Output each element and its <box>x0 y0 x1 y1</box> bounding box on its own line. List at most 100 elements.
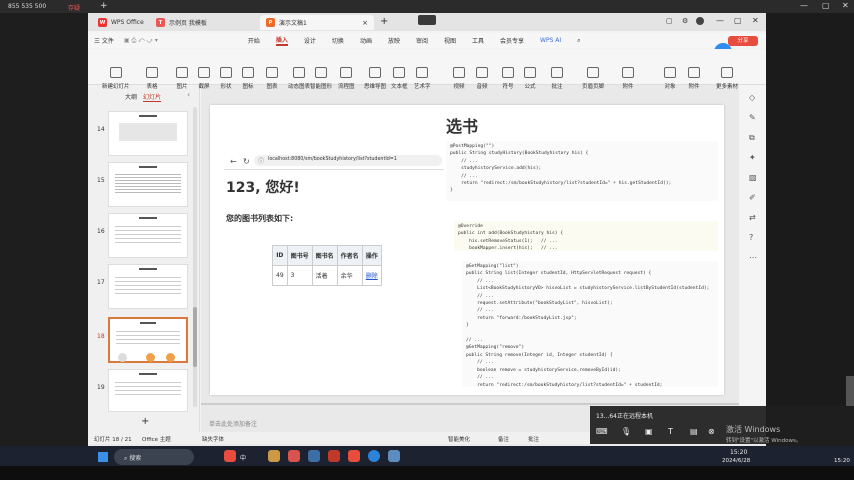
ribbon-tool-16[interactable]: 公式 <box>524 67 536 90</box>
copy-icon[interactable]: ⧉ <box>749 133 755 143</box>
restore-icon[interactable]: ▢ <box>822 1 830 10</box>
ribbon-tool-21[interactable]: 附件 <box>688 67 700 90</box>
slide-thumbnail[interactable] <box>108 213 188 258</box>
ribbon-tool-14[interactable]: 音频 <box>476 67 488 90</box>
tab-presentation[interactable]: P 演示文稿1 × <box>260 15 374 30</box>
app-icon[interactable] <box>288 450 300 462</box>
animation-icon[interactable]: ✦ <box>749 153 756 162</box>
wps-ai-button[interactable]: WPS AI <box>540 37 561 44</box>
expand-handle[interactable] <box>846 376 854 406</box>
wps-taskbar-icon[interactable] <box>328 450 340 462</box>
menu-review[interactable]: 审阅 <box>416 36 428 45</box>
ribbon-tool-9[interactable]: 流程图 <box>338 67 355 90</box>
maximize-icon[interactable]: ▢ <box>734 16 742 25</box>
close-remote-icon[interactable]: ⊗ <box>708 427 715 436</box>
plus-icon[interactable] <box>166 353 175 362</box>
minimize-icon[interactable]: — <box>716 16 724 25</box>
clock-date[interactable]: 2024/6/28 <box>722 458 750 464</box>
menu-home[interactable]: 开始 <box>248 36 260 45</box>
file-menu[interactable]: 三 文件 <box>94 36 114 45</box>
ribbon-tool-5[interactable]: 图标 <box>242 67 254 90</box>
menu-slideshow[interactable]: 放映 <box>388 36 400 45</box>
ribbon-tool-15[interactable]: 符号 <box>502 67 514 90</box>
share-button[interactable]: 分享 <box>728 36 758 46</box>
slide-thumbnail[interactable] <box>108 111 188 156</box>
close-icon[interactable]: ✕ <box>752 16 759 25</box>
close-icon[interactable]: ✕ <box>842 1 849 10</box>
ribbon-tool-18[interactable]: 页眉页脚 <box>582 67 604 90</box>
start-icon[interactable] <box>98 452 108 462</box>
translate-icon[interactable]: ⇄ <box>749 213 756 222</box>
menu-view[interactable]: 视图 <box>444 36 456 45</box>
ribbon-tool-22[interactable]: 更多素材 <box>716 67 738 90</box>
delete-link[interactable]: 删除 <box>361 265 382 286</box>
collapse-panel-icon[interactable]: ‹ <box>187 90 190 99</box>
help-icon[interactable]: ? <box>749 233 753 242</box>
notes-toggle[interactable]: 备注 <box>498 435 509 443</box>
app-icon[interactable] <box>308 450 320 462</box>
window-icon[interactable]: ▢ <box>666 17 673 25</box>
ribbon-tool-7[interactable]: 动态图表 <box>288 67 310 90</box>
comment-toggle[interactable]: 批注 <box>528 435 539 443</box>
text-icon[interactable]: T <box>668 427 673 436</box>
missing-font[interactable]: 缺失字体 <box>202 435 224 443</box>
tab-template[interactable]: T 示例页 我模板 <box>150 15 260 30</box>
slide-thumbnail[interactable] <box>108 162 188 207</box>
new-tab-button[interactable]: + <box>380 16 388 27</box>
keyboard-icon[interactable]: ⌨ <box>596 427 608 436</box>
app-icon[interactable] <box>268 450 280 462</box>
clock-time[interactable]: 15:20 <box>730 449 747 456</box>
pen-icon[interactable]: ✐ <box>749 193 756 202</box>
play-icon[interactable] <box>118 353 127 362</box>
close-tab-icon[interactable]: × <box>362 19 368 27</box>
avatar[interactable] <box>696 17 704 25</box>
slide-thumbnail[interactable] <box>108 264 188 309</box>
more-icon[interactable]: ⋯ <box>749 253 757 262</box>
add-slide-button[interactable]: + <box>141 416 149 427</box>
slide-thumbnail-selected[interactable] <box>108 317 188 363</box>
ribbon-tool-1[interactable]: 表格 <box>146 67 158 90</box>
ime-indicator[interactable]: 中 <box>240 453 246 462</box>
ribbon-tool-0[interactable]: 新建幻灯片 <box>102 67 130 90</box>
ribbon-tool-4[interactable]: 形状 <box>220 67 232 90</box>
ribbon-tool-3[interactable]: 截屏 <box>198 67 210 90</box>
chat-icon[interactable]: ▣ <box>645 427 653 436</box>
slide-canvas[interactable]: 选书 ← ↻ ⓘ localhost:8080/sm/bookStudyhist… <box>210 105 724 395</box>
search-box[interactable]: ⌕ 搜索 <box>114 449 194 465</box>
smart-beautify[interactable]: 智能美化 <box>448 435 470 443</box>
ribbon-tool-10[interactable]: 思维导图 <box>364 67 386 90</box>
minimize-icon[interactable]: — <box>800 1 808 10</box>
menu-tools[interactable]: 工具 <box>472 36 484 45</box>
theme-name[interactable]: Office 主题 <box>142 435 171 443</box>
dropdown-icon[interactable] <box>418 15 436 25</box>
app-icon[interactable] <box>388 450 400 462</box>
app-icon[interactable] <box>224 450 236 462</box>
slides-tab[interactable]: 幻灯片 <box>143 92 162 102</box>
ribbon-tool-19[interactable]: 附件 <box>622 67 634 90</box>
ribbon-tool-20[interactable]: 对象 <box>664 67 676 90</box>
menu-design[interactable]: 设计 <box>304 36 316 45</box>
settings-icon[interactable]: ⚙ <box>682 17 688 25</box>
outline-tab[interactable]: 大纲 <box>125 92 137 101</box>
menu-transition[interactable]: 切换 <box>332 36 344 45</box>
select-icon[interactable]: ◇ <box>749 93 755 102</box>
slide-thumbnail[interactable] <box>108 369 188 412</box>
minus-icon[interactable] <box>146 353 155 362</box>
ribbon-tool-2[interactable]: 图片 <box>176 67 188 90</box>
menu-member[interactable]: 会员专享 <box>500 36 524 45</box>
mic-icon[interactable]: 🎙 <box>621 427 631 436</box>
folder-icon[interactable]: ▤ <box>690 427 698 436</box>
menu-insert[interactable]: 插入 <box>275 35 288 46</box>
ribbon-tool-8[interactable]: 智能图形 <box>310 67 332 90</box>
add-icon[interactable]: + <box>100 1 108 11</box>
search-icon[interactable]: ⌕ <box>577 37 580 45</box>
ribbon-tool-11[interactable]: 文本框 <box>391 67 408 90</box>
browser-icon[interactable] <box>368 450 380 462</box>
ribbon-tool-13[interactable]: 视频 <box>453 67 465 90</box>
notes-placeholder[interactable]: 单击此处添加备注 <box>209 419 257 428</box>
style-icon[interactable]: ✎ <box>749 113 756 122</box>
menu-animation[interactable]: 动画 <box>360 36 372 45</box>
ribbon-tool-6[interactable]: 图表 <box>266 67 278 90</box>
app-icon[interactable] <box>348 450 360 462</box>
ribbon-tool-12[interactable]: 艺术字 <box>414 67 431 90</box>
